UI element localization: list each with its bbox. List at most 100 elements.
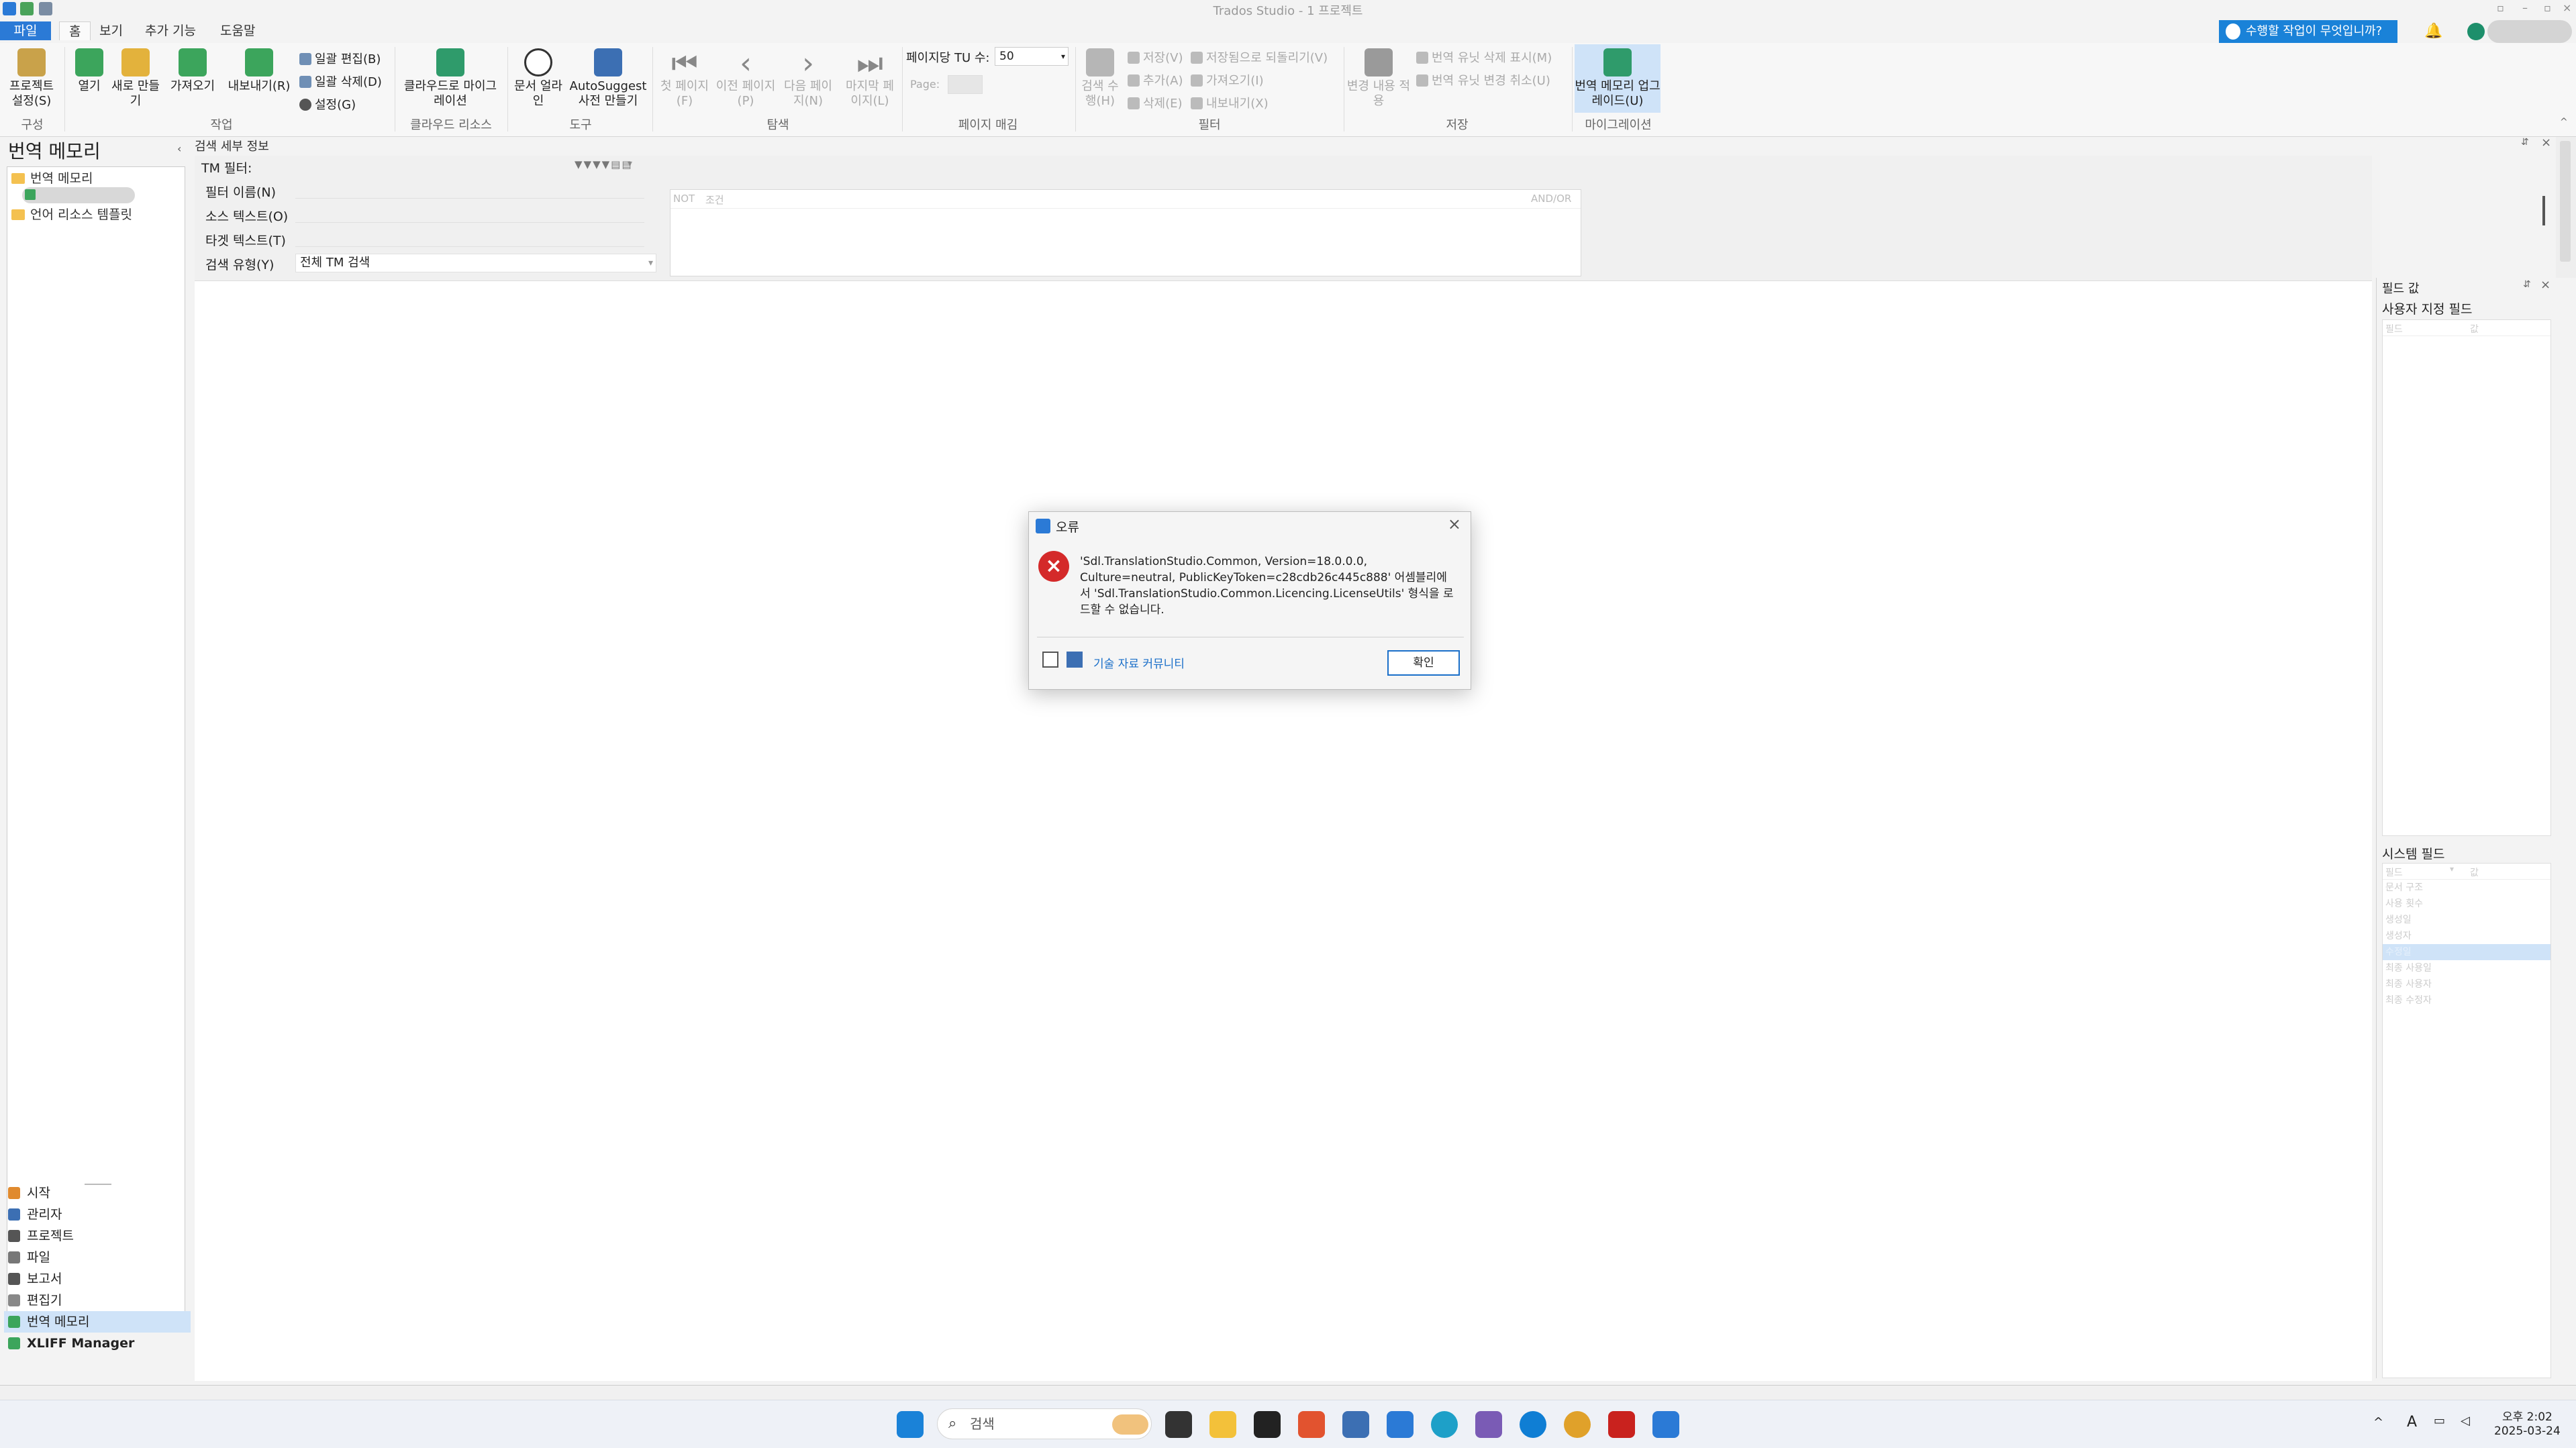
prev-page-button[interactable]: ‹ 이전 페이지(P) <box>715 48 776 109</box>
table-row[interactable]: 사용 횟수 <box>2383 896 2550 912</box>
tab-home[interactable]: 홈 <box>59 21 91 40</box>
nav-item-manager[interactable]: 관리자 <box>4 1204 191 1225</box>
nav-item-reports[interactable]: 보고서 <box>4 1268 191 1290</box>
last-page-button[interactable]: ⏭ 마지막 페이지(L) <box>840 48 899 109</box>
chrome-icon[interactable] <box>1564 1411 1591 1438</box>
target-text-input[interactable] <box>295 229 644 247</box>
tab-addins[interactable]: 추가 기능 <box>136 21 205 40</box>
next-page-button[interactable]: › 다음 페이지(N) <box>779 48 838 109</box>
acrobat-icon[interactable] <box>1608 1411 1635 1438</box>
cancel-tu-changes-button[interactable]: 번역 유닛 변경 취소(U) <box>1416 71 1550 89</box>
snipping-tool-icon[interactable] <box>1475 1411 1502 1438</box>
close-pane-icon[interactable]: × <box>2541 136 2551 150</box>
doc-align-button[interactable]: 문서 얼라인 <box>514 48 562 109</box>
trados-icon[interactable] <box>1652 1411 1679 1438</box>
help-search-button[interactable]: 수행할 작업이 무엇입니까? <box>2219 20 2397 43</box>
volume-icon[interactable]: ◁ <box>2461 1414 2470 1428</box>
save-icon[interactable] <box>1067 652 1083 668</box>
source-text-input[interactable] <box>295 205 644 223</box>
windows-start-icon[interactable] <box>897 1411 924 1438</box>
table-row[interactable]: 최종 사용일 <box>2383 960 2550 976</box>
settings-button[interactable]: 설정(G) <box>299 95 356 113</box>
tree-item-tm[interactable]: 번역 메모리 <box>11 168 93 187</box>
nav-item-welcome[interactable]: 시작 <box>4 1182 191 1204</box>
nav-item-projects[interactable]: 프로젝트 <box>4 1225 191 1247</box>
export-button[interactable]: 내보내기(R) <box>224 48 294 94</box>
run-search-button[interactable]: 검색 수행(H) <box>1077 48 1124 109</box>
file-explorer-icon[interactable] <box>1209 1411 1236 1438</box>
tab-help[interactable]: 도움말 <box>211 21 264 40</box>
table-row[interactable]: 최종 수정자 <box>2383 992 2550 1009</box>
filter-add-button[interactable]: 추가(A) <box>1128 71 1183 89</box>
filter-conditions-grid[interactable]: NOT 조건 AND/OR <box>670 189 1581 276</box>
filter-import-button[interactable]: 가져오기(I) <box>1191 71 1264 89</box>
import-button[interactable]: 가져오기 <box>166 48 219 94</box>
tree-item-redacted[interactable] <box>22 187 135 203</box>
system-fields-grid[interactable]: 필드 ▾ 값 문서 구조 사용 횟수 생성일 생성자 수정일 최종 사용일 최종… <box>2382 863 2551 1378</box>
table-row[interactable]: 최종 사용자 <box>2383 976 2550 992</box>
filter-name-input[interactable] <box>295 181 644 199</box>
window-error-icon[interactable] <box>1042 652 1058 668</box>
ime-indicator[interactable]: A <box>2407 1414 2417 1431</box>
batch-delete-button[interactable]: 일괄 삭제(D) <box>299 72 382 90</box>
table-row[interactable]: 생성일 <box>2383 912 2550 928</box>
nav-item-files[interactable]: 파일 <box>4 1247 191 1268</box>
pin-icon[interactable]: ⇵ <box>2523 279 2531 290</box>
collapse-ribbon-icon[interactable]: ^ <box>2560 117 2568 127</box>
app-icon[interactable] <box>1298 1411 1325 1438</box>
filter-delete-button[interactable]: 삭제(E) <box>1128 94 1183 111</box>
filter-save-button[interactable]: 저장(V) <box>1128 48 1183 66</box>
maximize-icon[interactable]: ▫ <box>2544 1 2551 14</box>
page-number-input[interactable] <box>948 75 983 94</box>
collapse-pane-icon[interactable]: ‹ <box>177 142 181 155</box>
help-links[interactable]: 기술 자료 커뮤니티 <box>1093 654 1185 671</box>
cloud-migrate-button[interactable]: 클라우드로 마이그레이션 <box>401 48 499 109</box>
table-row[interactable]: 생성자 <box>2383 928 2550 944</box>
tree-item-templates[interactable]: 언어 리소스 템플릿 <box>11 205 132 223</box>
project-settings-button[interactable]: 프로젝트 설정(S) <box>4 48 59 109</box>
side-tab[interactable] <box>2560 141 2571 262</box>
autosuggest-button[interactable]: AutoSuggest 사전 만들기 <box>568 48 648 109</box>
ok-button[interactable]: 확인 <box>1387 650 1460 676</box>
filter-export-button[interactable]: 내보내기(X) <box>1191 94 1269 111</box>
scrollbar[interactable] <box>2542 196 2545 225</box>
browser-icon[interactable] <box>1431 1411 1458 1438</box>
notepad-icon[interactable] <box>1387 1411 1414 1438</box>
apply-changes-button[interactable]: 변경 내용 적용 <box>1346 48 1411 109</box>
account-avatar[interactable] <box>2467 23 2485 40</box>
minimize-icon[interactable]: – <box>2522 1 2528 14</box>
table-row[interactable]: 수정일 <box>2383 944 2550 960</box>
bell-icon[interactable]: 🔔 <box>2424 23 2442 40</box>
close-icon[interactable]: × <box>1448 515 1461 533</box>
nav-item-xliff-manager[interactable]: XLIFF Manager <box>4 1333 191 1354</box>
clock-date[interactable]: 2025-03-24 <box>2494 1425 2561 1438</box>
pin-icon[interactable]: ⇵ <box>2521 137 2529 148</box>
nav-item-tm[interactable]: 번역 메모리 <box>4 1311 191 1333</box>
calculator-icon[interactable] <box>1342 1411 1369 1438</box>
upgrade-tm-button[interactable]: 번역 메모리 업그레이드(U) <box>1575 44 1661 113</box>
taskbar-search[interactable]: ⌕ 검색 <box>937 1408 1152 1439</box>
clock-time[interactable]: 오후 2:02 <box>2502 1407 2553 1424</box>
table-row[interactable]: 문서 구조 <box>2383 880 2550 896</box>
filter-revert-button[interactable]: 저장됨으로 되돌리기(V) <box>1191 48 1328 66</box>
network-icon[interactable]: ▭ <box>2434 1414 2445 1428</box>
search-type-select[interactable]: 전체 TM 검색 ▾ <box>295 254 656 272</box>
tu-per-page-select[interactable]: 50 ▾ <box>995 47 1069 66</box>
first-page-button[interactable]: ⏮ 첫 페이지(F) <box>658 48 711 109</box>
show-deleted-tu-button[interactable]: 번역 유닛 삭제 표시(M) <box>1416 48 1552 66</box>
app-icon[interactable] <box>1254 1411 1281 1438</box>
restore-icon[interactable]: ▫ <box>2497 1 2504 14</box>
chevron-up-icon[interactable]: ^ <box>2373 1415 2383 1429</box>
tab-view[interactable]: 보기 <box>90 21 132 40</box>
new-button[interactable]: 새로 만들기 <box>111 48 160 109</box>
tab-file[interactable]: 파일 <box>0 21 51 40</box>
edge-icon[interactable] <box>1520 1411 1546 1438</box>
filter-toolbar-icons[interactable]: ▼▼▼▼▤▤ <box>575 158 633 170</box>
batch-edit-button[interactable]: 일괄 편집(B) <box>299 50 381 67</box>
close-window-icon[interactable]: × <box>2563 1 2571 14</box>
side-panel-tabs[interactable] <box>2556 137 2576 278</box>
tm-results-area[interactable] <box>195 280 2372 1381</box>
nav-item-editor[interactable]: 편집기 <box>4 1290 191 1311</box>
custom-fields-grid[interactable]: 필드 값 <box>2382 319 2551 836</box>
close-pane-icon[interactable]: × <box>2540 278 2550 292</box>
